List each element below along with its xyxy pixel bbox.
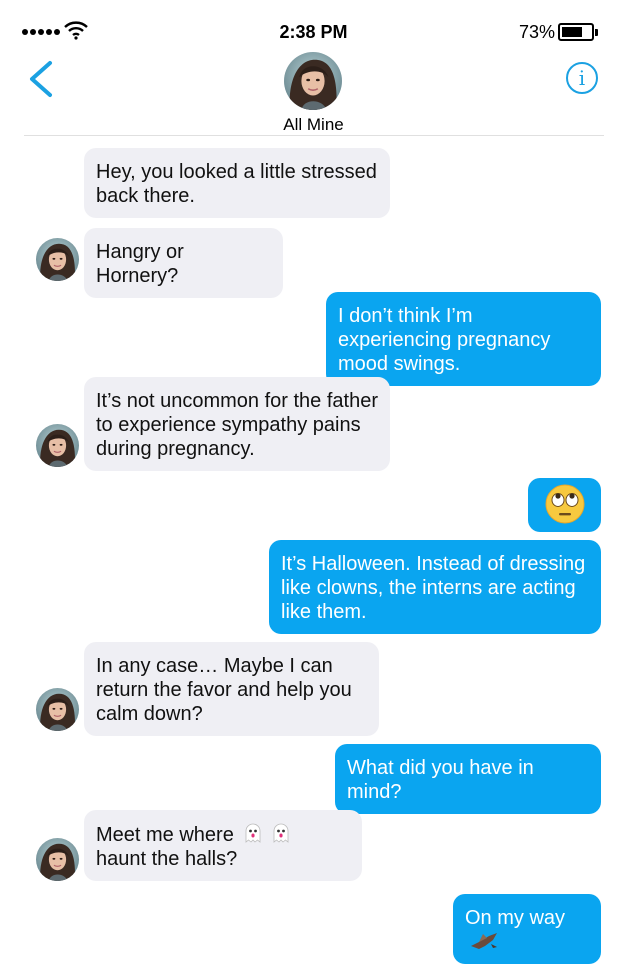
incoming-message: In any case… Maybe I can return the favo…: [84, 642, 379, 736]
outgoing-emoji-message: [528, 478, 601, 532]
message-text: What did you have in mind?: [347, 757, 534, 803]
incoming-message: It’s not uncommon for the father to expe…: [84, 377, 390, 471]
message-text: In any case… Maybe I can return the favo…: [96, 655, 352, 725]
message-text-after: haunt the halls?: [96, 848, 238, 870]
status-bar: 2:38 PM 73%: [0, 0, 627, 42]
message-text: On my way: [465, 907, 566, 929]
sender-avatar: [36, 424, 79, 467]
outgoing-message: What did you have in mind?: [335, 744, 601, 814]
sender-avatar: [36, 688, 79, 731]
battery-icon: [558, 23, 598, 41]
incoming-message: Meet me where haunt the halls?: [84, 810, 362, 881]
bird-icon: [471, 933, 497, 949]
message-text: It’s not uncommon for the father to expe…: [96, 390, 379, 460]
sender-avatar: [36, 838, 79, 881]
sender-avatar: [36, 238, 79, 281]
outgoing-message: On my way: [453, 894, 601, 964]
info-icon[interactable]: i: [566, 62, 598, 94]
ghost-icon: [246, 823, 261, 843]
battery-percentage: 73%: [519, 22, 556, 42]
message-text: I don’t think I’m experiencing pregnancy…: [338, 305, 551, 375]
message-text: Hangry or Hornery?: [96, 241, 184, 287]
eye-roll-emoji-icon: [545, 484, 584, 524]
contact-name[interactable]: All Mine: [0, 115, 627, 135]
contact-avatar[interactable]: [284, 52, 342, 110]
back-chevron-icon[interactable]: [26, 60, 56, 98]
ghost-icon: [274, 823, 289, 843]
incoming-message: Hey, you looked a little stressed back t…: [84, 148, 390, 218]
message-text: It’s Halloween. Instead of dressing like…: [281, 553, 586, 623]
header-divider: [24, 135, 604, 136]
incoming-message: Hangry or Hornery?: [84, 228, 283, 298]
outgoing-message: It’s Halloween. Instead of dressing like…: [269, 540, 601, 634]
outgoing-message: I don’t think I’m experiencing pregnancy…: [326, 292, 601, 386]
message-text-before: Meet me where: [96, 824, 234, 846]
message-text: Hey, you looked a little stressed back t…: [96, 161, 377, 207]
